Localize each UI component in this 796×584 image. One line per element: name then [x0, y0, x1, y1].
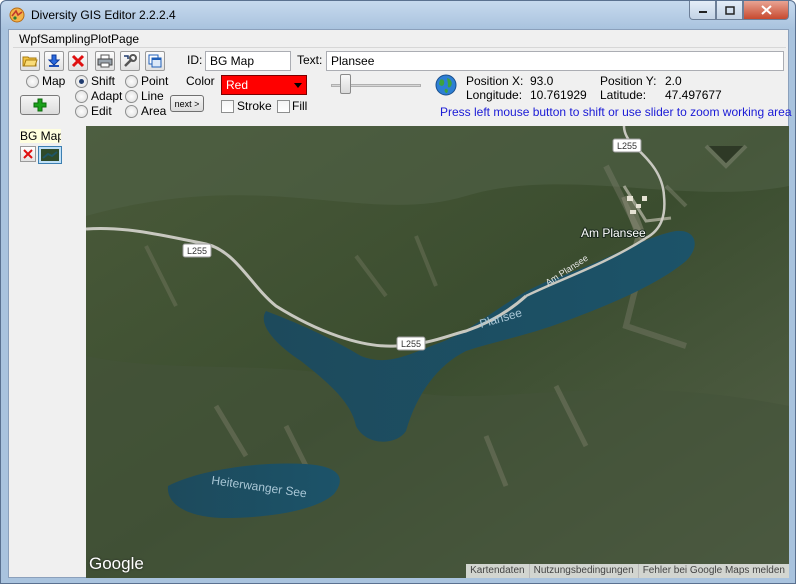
client-area: WpfSamplingPlotPage ID: BG Map Text: Pla…: [8, 29, 792, 578]
map-mode-label: Map: [42, 74, 66, 88]
id-field[interactable]: BG Map: [205, 51, 291, 71]
fill-label: Fill: [292, 99, 308, 113]
text-field[interactable]: Plansee: [326, 51, 784, 71]
stroke-label: Stroke: [237, 99, 272, 113]
print-button[interactable]: [95, 51, 115, 71]
line-mode-radio[interactable]: [125, 90, 138, 103]
longitude-value: 10.761929: [530, 88, 587, 102]
close-icon: [23, 149, 33, 159]
road-label-2: L255: [401, 339, 421, 349]
text-label: Text:: [297, 53, 323, 67]
adapt-mode-label: Adapt: [91, 89, 123, 103]
printer-icon: [97, 54, 113, 68]
color-select[interactable]: Red: [221, 75, 307, 95]
line-mode-label: Line: [141, 89, 164, 103]
download-button[interactable]: [44, 51, 64, 71]
point-mode-radio[interactable]: [125, 75, 138, 88]
map-thumbnail-icon: [41, 149, 59, 161]
position-x-value: 93.0: [530, 74, 554, 88]
position-y-label: Position Y:: [600, 74, 657, 88]
map-mode-radio[interactable]: [26, 75, 39, 88]
color-value: Red: [226, 78, 249, 92]
maximize-icon: [724, 5, 735, 15]
color-label: Color: [186, 74, 215, 88]
zoom-slider-thumb[interactable]: [340, 74, 352, 94]
app-icon: [9, 7, 25, 23]
hint-text: Press left mouse button to shift or use …: [440, 105, 792, 119]
window-title: Diversity GIS Editor 2.2.2.4: [31, 8, 176, 22]
id-label: ID:: [187, 53, 203, 67]
google-logo: Google: [89, 554, 144, 573]
shift-mode-radio[interactable]: [75, 75, 88, 88]
layer-label: BG Map: [20, 129, 61, 143]
road-label-1: L255: [187, 246, 207, 256]
close-icon: [760, 5, 772, 15]
latitude-label: Latitude:: [600, 88, 647, 102]
map-view[interactable]: L255 L255 L255 Am Plansee Am Plansee Pla…: [86, 126, 789, 578]
plus-icon: [33, 98, 47, 112]
tools-button[interactable]: [120, 51, 140, 71]
minimize-button[interactable]: [689, 1, 716, 20]
delete-button[interactable]: [68, 51, 88, 71]
remove-layer-button[interactable]: [20, 146, 36, 162]
stroke-checkbox[interactable]: [221, 100, 234, 113]
area-mode-radio[interactable]: [125, 105, 138, 118]
window-copy-icon: [148, 54, 162, 68]
longitude-label: Longitude:: [466, 88, 523, 102]
app-window: Diversity GIS Editor 2.2.2.4 WpfSampling…: [0, 0, 796, 584]
adapt-mode-radio[interactable]: [75, 90, 88, 103]
attribution-terms-link[interactable]: Nutzungsbedingungen: [528, 564, 638, 578]
position-y-value: 2.0: [665, 74, 682, 88]
layer-thumbnail[interactable]: [38, 146, 62, 164]
chevron-down-icon: [294, 83, 302, 88]
satellite-map-image: L255 L255 L255 Am Plansee Am Plansee Pla…: [86, 126, 789, 578]
point-mode-label: Point: [141, 74, 169, 88]
map-attribution: Kartendaten Nutzungsbedingungen Fehler b…: [466, 564, 789, 578]
maximize-button[interactable]: [716, 1, 743, 20]
globe-icon[interactable]: [435, 74, 457, 96]
tools-icon: [124, 54, 137, 67]
edit-mode-radio[interactable]: [75, 105, 88, 118]
open-button[interactable]: [20, 51, 40, 71]
position-x-label: Position X:: [466, 74, 524, 88]
road-label-3: L255: [617, 141, 637, 151]
edit-mode-label: Edit: [91, 104, 112, 118]
title-bar[interactable]: Diversity GIS Editor 2.2.2.4: [1, 1, 795, 29]
next-button[interactable]: next >: [170, 95, 204, 112]
open-folder-icon: [22, 56, 38, 67]
attribution-map-data-link[interactable]: Kartendaten: [466, 564, 529, 578]
minimize-icon: [698, 11, 707, 13]
fill-checkbox[interactable]: [277, 100, 290, 113]
delete-x-icon: [71, 54, 85, 68]
add-button[interactable]: [20, 95, 60, 115]
page-divider: [13, 47, 786, 48]
latitude-value: 47.497677: [665, 88, 722, 102]
page-title: WpfSamplingPlotPage: [19, 32, 140, 46]
window-copy-button[interactable]: [145, 51, 165, 71]
area-mode-label: Area: [141, 104, 167, 118]
village-label: Am Plansee: [581, 226, 646, 240]
download-icon: [47, 54, 61, 67]
close-button[interactable]: [743, 1, 789, 20]
shift-mode-label: Shift: [91, 74, 116, 88]
attribution-report-link[interactable]: Fehler bei Google Maps melden: [637, 564, 789, 578]
